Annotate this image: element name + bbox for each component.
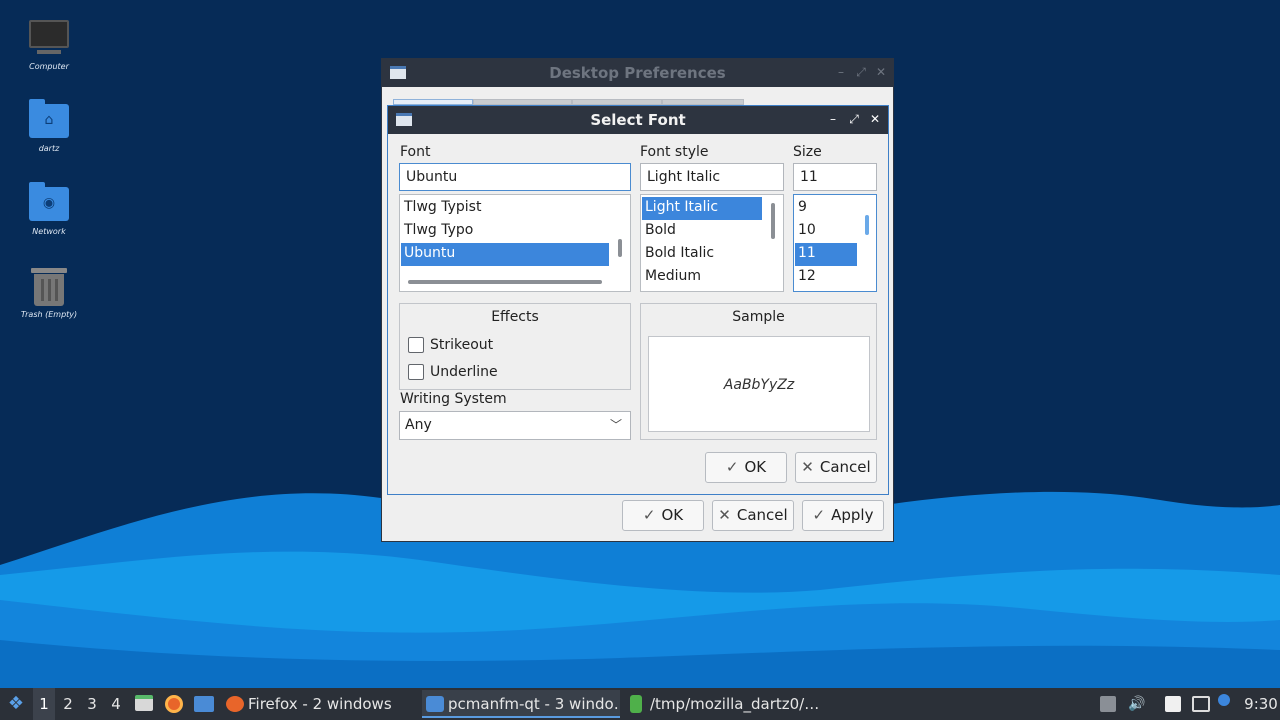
select-font-dialog: Select Font – ⤢ ✕ Font Ubuntu Tlwg Typis… — [387, 105, 889, 495]
font-style-item[interactable]: Bold — [642, 220, 762, 243]
maximize-icon[interactable]: ⤢ — [853, 64, 869, 80]
font-list-hscrollbar[interactable] — [408, 280, 602, 284]
font-list-scrollbar[interactable] — [618, 239, 622, 257]
workspace-4[interactable]: 4 — [105, 688, 127, 720]
network-folder-icon: ◉ — [29, 182, 69, 223]
effects-group: Effects Strikeout Underline — [399, 303, 631, 390]
effects-title: Effects — [491, 309, 539, 325]
size-list[interactable]: 9 10 11 12 — [793, 194, 877, 292]
prefs-title: Desktop Preferences — [549, 64, 726, 82]
clipboard-icon[interactable] — [1165, 696, 1181, 712]
desktop-icon-network[interactable]: ◉ Network — [9, 182, 89, 236]
eject-icon[interactable] — [1100, 696, 1116, 712]
desktop-icon-trash[interactable]: Trash (Empty) — [9, 266, 89, 319]
size-item-selected[interactable]: 11 — [795, 243, 857, 266]
font-list-item-selected[interactable]: Ubuntu — [401, 243, 609, 266]
font-ok-button[interactable]: ✓ OK — [705, 452, 787, 483]
firefox-icon — [226, 696, 244, 712]
workspace-3[interactable]: 3 — [81, 688, 103, 720]
network-icon[interactable] — [1192, 696, 1210, 712]
home-folder-icon: ⌂ — [29, 99, 69, 140]
writing-system-select[interactable]: Any ﹀ — [399, 411, 631, 440]
minimize-icon[interactable]: – — [825, 111, 841, 127]
font-style-label: Font style — [640, 144, 709, 160]
font-input[interactable]: Ubuntu — [399, 163, 631, 191]
underline-label[interactable]: Underline — [430, 364, 498, 380]
folder-icon — [426, 696, 444, 712]
desktop-icon-label: Computer — [29, 62, 69, 71]
cancel-icon: ✕ — [718, 506, 731, 524]
size-item[interactable]: 12 — [795, 266, 857, 289]
font-label: Font — [400, 144, 431, 160]
check-icon: ✓ — [642, 506, 656, 524]
workspace-1[interactable]: 1 — [33, 688, 55, 720]
trash-icon — [29, 266, 69, 306]
font-style-input[interactable]: Light Italic — [640, 163, 784, 191]
font-style-list[interactable]: Light Italic Bold Bold Italic Medium — [640, 194, 784, 292]
close-icon[interactable]: ✕ — [867, 111, 883, 127]
strikeout-checkbox[interactable] — [408, 337, 424, 353]
close-icon[interactable]: ✕ — [873, 64, 889, 80]
clock[interactable]: 9:30 — [1244, 688, 1278, 720]
size-label: Size — [793, 144, 822, 160]
sample-preview: AaBbYyZz — [648, 336, 870, 432]
monitor-icon — [29, 18, 69, 58]
font-style-scrollbar[interactable] — [771, 203, 775, 239]
sample-text: AaBbYyZz — [723, 377, 795, 393]
desktop-icon-label: dartz — [38, 144, 60, 153]
prefs-cancel-button[interactable]: ✕ Cancel — [712, 500, 794, 531]
font-style-item[interactable]: Bold Italic — [642, 243, 762, 266]
firefox-launcher-icon[interactable] — [165, 695, 183, 713]
size-item[interactable]: 10 — [795, 220, 857, 243]
task-archive[interactable]: /tmp/mozilla_dartz0/… — [624, 690, 818, 718]
size-scrollbar[interactable] — [865, 215, 869, 235]
size-item[interactable]: 9 — [795, 197, 857, 220]
font-list[interactable]: Tlwg Typist Tlwg Typo Ubuntu — [399, 194, 631, 292]
task-firefox[interactable]: Firefox - 2 windows — [222, 690, 416, 718]
font-dialog-title: Select Font — [590, 111, 686, 129]
archive-icon — [630, 695, 642, 713]
writing-system-label: Writing System — [400, 391, 507, 407]
chevron-down-icon: ﹀ — [609, 418, 622, 432]
font-cancel-button[interactable]: ✕ Cancel — [795, 452, 877, 483]
desktop-icon-home[interactable]: ⌂ dartz — [9, 99, 89, 153]
font-list-item[interactable]: Tlwg Typist — [401, 197, 609, 220]
maximize-icon[interactable]: ⤢ — [846, 111, 862, 127]
taskbar: ❖ 1 2 3 4 Firefox - 2 windows pcmanfm-qt… — [0, 688, 1280, 720]
desktop-icon-label: Trash (Empty) — [20, 310, 78, 319]
font-list-item[interactable]: Tlwg Typo — [401, 220, 609, 243]
font-dialog-titlebar[interactable]: Select Font – ⤢ ✕ — [388, 106, 888, 134]
task-pcmanfm[interactable]: pcmanfm-qt - 3 windo… — [422, 690, 620, 718]
sample-group: Sample AaBbYyZz — [640, 303, 877, 440]
desktop-icon-label: Network — [32, 227, 66, 236]
workspace-2[interactable]: 2 — [57, 688, 79, 720]
minimize-icon[interactable]: – — [833, 64, 849, 80]
font-style-item[interactable]: Medium — [642, 266, 762, 289]
check-icon: ✓ — [725, 458, 739, 476]
strikeout-label[interactable]: Strikeout — [430, 337, 493, 353]
check-icon: ✓ — [812, 506, 826, 524]
prefs-ok-button[interactable]: ✓ OK — [622, 500, 704, 531]
start-menu-icon[interactable]: ❖ — [4, 688, 28, 720]
font-style-item-selected[interactable]: Light Italic — [642, 197, 762, 220]
prefs-apply-button[interactable]: ✓ Apply — [802, 500, 884, 531]
notification-icon[interactable] — [1218, 694, 1230, 706]
prefs-titlebar[interactable]: Desktop Preferences – ⤢ ✕ — [382, 59, 893, 87]
writing-system-value: Any — [405, 417, 432, 433]
desktop-icon-computer[interactable]: Computer — [9, 18, 89, 71]
file-manager-launcher-icon[interactable] — [135, 695, 153, 711]
size-input[interactable]: 11 — [793, 163, 877, 191]
sample-title: Sample — [732, 309, 785, 325]
volume-icon[interactable]: 🔊 — [1128, 696, 1145, 712]
show-desktop-icon[interactable] — [194, 696, 214, 712]
underline-checkbox[interactable] — [408, 364, 424, 380]
cancel-icon: ✕ — [801, 458, 814, 476]
